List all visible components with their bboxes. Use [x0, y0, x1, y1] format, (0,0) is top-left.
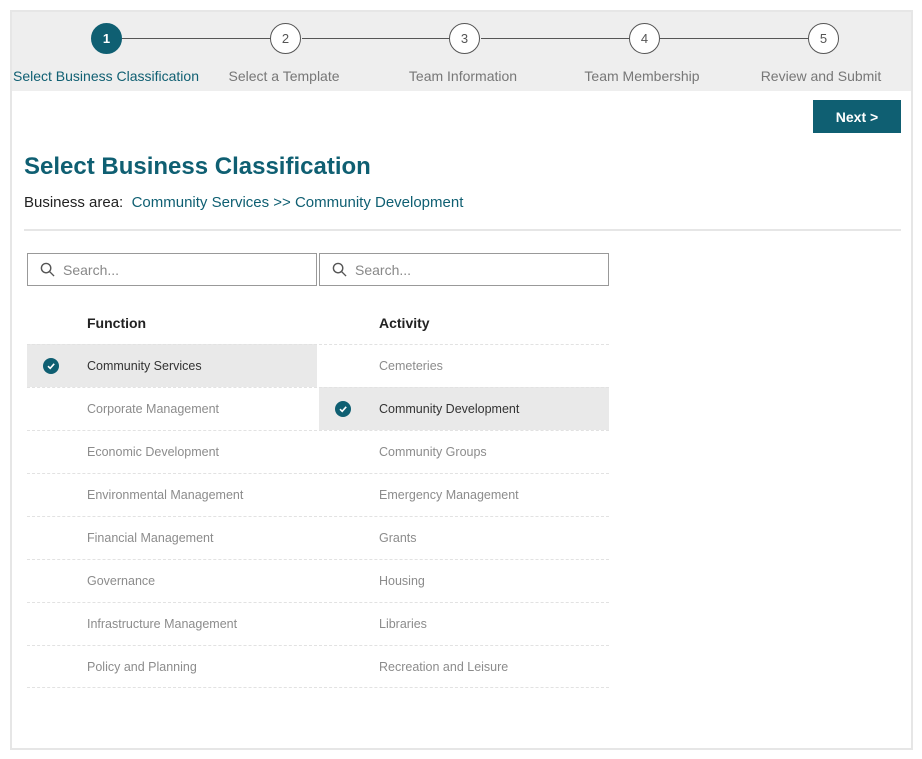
list-item-label: Community Development	[379, 402, 520, 416]
step-connector	[302, 38, 452, 39]
list-item-label: Housing	[379, 574, 425, 588]
list-item[interactable]: Financial Management	[27, 516, 317, 559]
step-connector	[481, 38, 631, 39]
list-item[interactable]: Community Groups	[319, 430, 609, 473]
step-3-label[interactable]: Team Information	[409, 68, 517, 84]
business-area-label: Business area:	[24, 194, 124, 211]
wizard-frame: 1 2 3 4 5 Select Business Classification…	[10, 10, 913, 750]
activity-list: Cemeteries Community Development Communi…	[319, 344, 609, 688]
list-item-label: Governance	[87, 574, 156, 588]
list-item[interactable]: Housing	[319, 559, 609, 602]
function-column-header: Function	[87, 315, 147, 331]
activity-search-input[interactable]	[355, 261, 595, 278]
list-item[interactable]: Environmental Management	[27, 473, 317, 516]
business-area: Business area: Community Services >> Com…	[24, 194, 463, 211]
step-3-circle[interactable]: 3	[449, 23, 480, 54]
list-item-label: Community Services	[87, 359, 202, 373]
list-item[interactable]: Corporate Management	[27, 387, 317, 430]
list-item-label: Corporate Management	[87, 402, 220, 416]
search-icon	[40, 262, 55, 277]
search-icon	[332, 262, 347, 277]
list-item[interactable]: Infrastructure Management	[27, 602, 317, 645]
step-1-circle[interactable]: 1	[91, 23, 122, 54]
step-2-label[interactable]: Select a Template	[228, 68, 339, 84]
next-button[interactable]: Next >	[813, 100, 901, 133]
step-1-label[interactable]: Select Business Classification	[13, 68, 199, 84]
step-4-circle[interactable]: 4	[629, 23, 660, 54]
list-item[interactable]: Recreation and Leisure	[319, 645, 609, 688]
wizard-stepper: 1 2 3 4 5 Select Business Classification…	[12, 12, 911, 91]
page-title: Select Business Classification	[24, 153, 371, 180]
list-item-label: Emergency Management	[379, 488, 519, 502]
step-5-label[interactable]: Review and Submit	[761, 68, 882, 84]
list-item-label: Economic Development	[87, 445, 220, 459]
step-connector	[660, 38, 810, 39]
business-area-path: Community Services >> Community Developm…	[131, 194, 464, 211]
list-item[interactable]: Libraries	[319, 602, 609, 645]
list-item[interactable]: Economic Development	[27, 430, 317, 473]
list-item-label: Financial Management	[87, 531, 214, 545]
activity-search-box[interactable]	[319, 253, 609, 286]
list-item-label: Grants	[379, 531, 417, 545]
step-5-circle[interactable]: 5	[808, 23, 839, 54]
function-search-box[interactable]	[27, 253, 317, 286]
step-connector	[122, 38, 272, 39]
step-4-label[interactable]: Team Membership	[584, 68, 699, 84]
list-item-label: Policy and Planning	[87, 659, 197, 674]
activity-column-header: Activity	[379, 315, 430, 331]
list-item-label: Cemeteries	[379, 359, 443, 373]
function-search-input[interactable]	[63, 261, 303, 278]
list-item-label: Recreation and Leisure	[379, 659, 509, 674]
list-item-label: Libraries	[379, 617, 427, 631]
list-item[interactable]: Community Development	[319, 387, 609, 430]
function-list: Community Services Corporate Management …	[27, 344, 317, 688]
list-item-label: Environmental Management	[87, 488, 244, 502]
list-item[interactable]: Cemeteries	[319, 344, 609, 387]
list-item[interactable]: Community Services	[27, 344, 317, 387]
list-item[interactable]: Governance	[27, 559, 317, 602]
section-divider	[24, 229, 901, 231]
list-item[interactable]: Policy and Planning	[27, 645, 317, 688]
list-item[interactable]: Emergency Management	[319, 473, 609, 516]
step-2-circle[interactable]: 2	[270, 23, 301, 54]
checkmark-icon	[335, 401, 351, 417]
list-item-label: Community Groups	[379, 445, 487, 459]
checkmark-icon	[43, 358, 59, 374]
list-item-label: Infrastructure Management	[87, 617, 238, 631]
list-item[interactable]: Grants	[319, 516, 609, 559]
